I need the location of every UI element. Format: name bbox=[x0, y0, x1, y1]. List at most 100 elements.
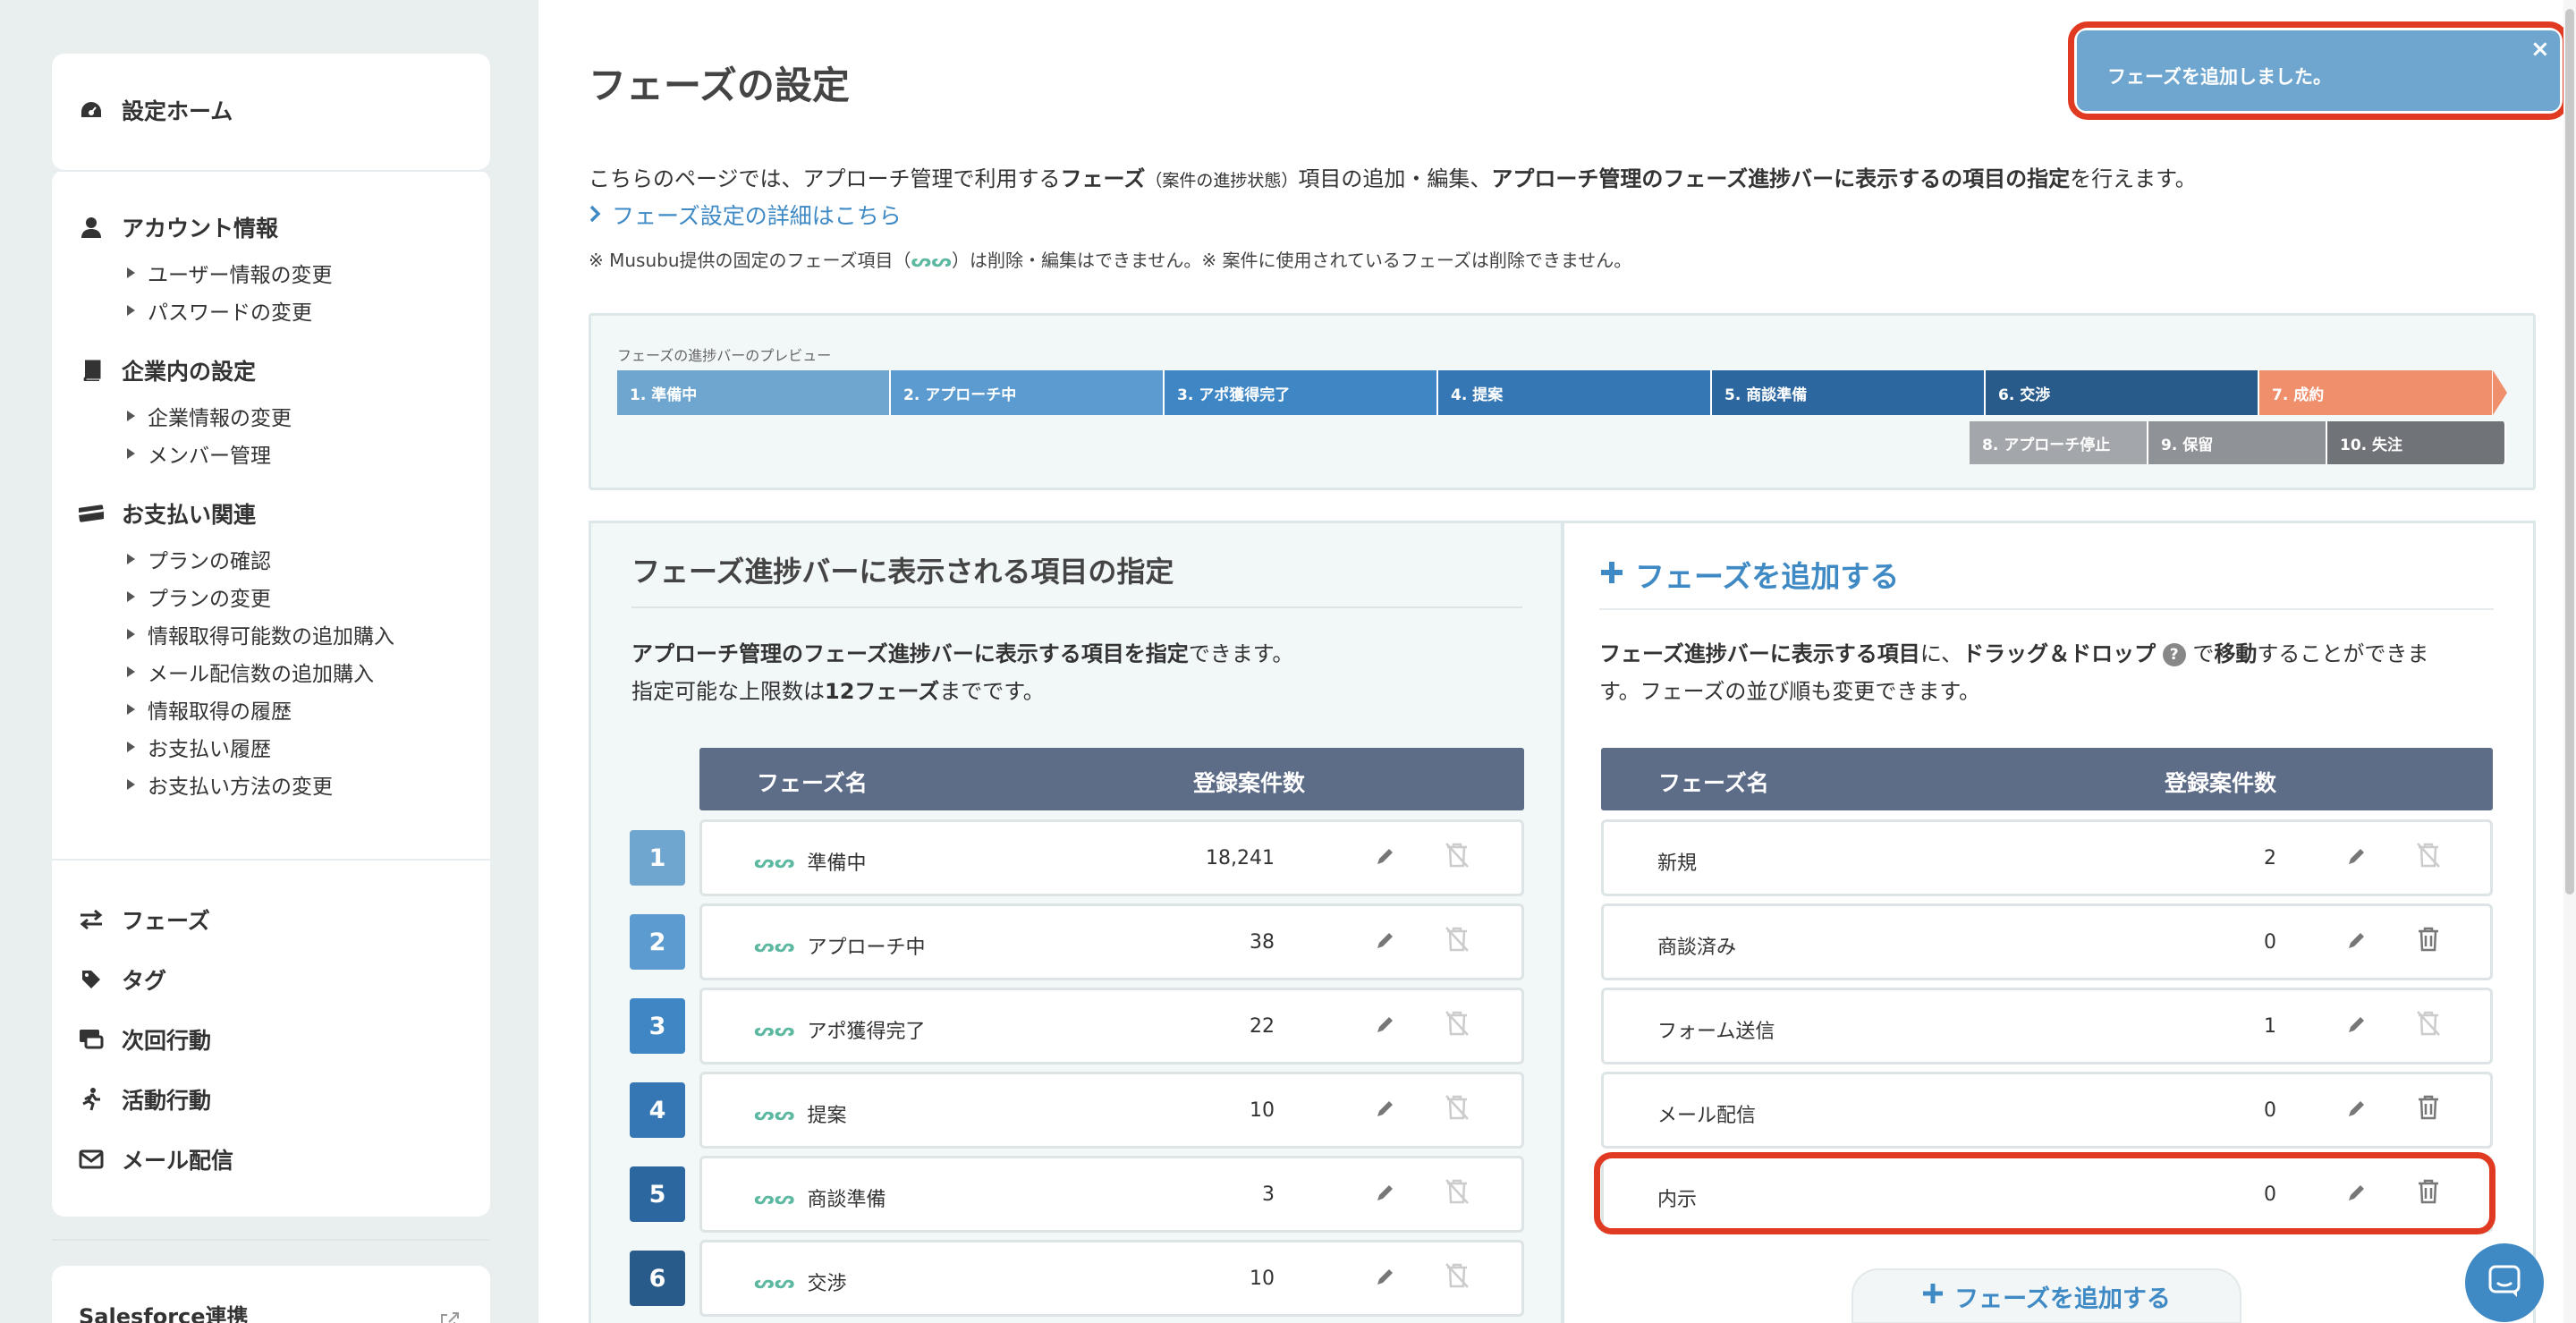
pencil-icon[interactable] bbox=[1375, 1264, 1396, 1293]
sidebar-item-label: フェーズ bbox=[122, 908, 210, 934]
table-row[interactable]: 新規 2 bbox=[1601, 819, 2493, 896]
phase-name-text: アプローチ中 bbox=[807, 937, 926, 959]
scrollbar-thumb[interactable] bbox=[2565, 9, 2574, 895]
sidebar-item-mail-purchase[interactable]: メール配信数の追加購入 bbox=[127, 657, 374, 687]
sidebar-item-label: プランの変更 bbox=[148, 588, 271, 611]
external-link-icon bbox=[440, 1311, 460, 1323]
phase-count: 10 bbox=[1250, 1099, 1275, 1122]
sidebar-section-company[interactable]: 企業内の設定 bbox=[79, 354, 256, 386]
sidebar-item-members[interactable]: メンバー管理 bbox=[127, 438, 271, 469]
description-bold: アプローチ管理のフェーズ進捗バーに表示する項目を指定 bbox=[631, 641, 1189, 666]
caret-right-icon bbox=[127, 629, 135, 640]
table-row[interactable]: ᔕᔕ 準備中 18,241 bbox=[699, 819, 1524, 896]
row-number: 2 bbox=[630, 914, 685, 970]
sidebar-menu-card bbox=[52, 170, 490, 1217]
table-row[interactable]: 商談済み 0 bbox=[1601, 903, 2493, 980]
phase-count: 1 bbox=[2264, 1015, 2276, 1038]
column-header-count: 登録案件数 bbox=[1193, 770, 1306, 796]
table-row[interactable]: ᔕᔕ 提案 10 bbox=[699, 1072, 1524, 1149]
sidebar-item-plan-change[interactable]: プランの変更 bbox=[127, 581, 271, 612]
description-bold: 12フェーズ bbox=[825, 679, 940, 704]
add-phase-button[interactable]: フェーズを追加する bbox=[1852, 1268, 2241, 1323]
trash-icon[interactable] bbox=[2416, 1094, 2441, 1126]
trash-disabled-icon bbox=[1445, 1094, 1470, 1126]
sidebar-item-user-info[interactable]: ユーザー情報の変更 bbox=[127, 258, 333, 288]
sidebar-section-account[interactable]: アカウント情報 bbox=[79, 211, 278, 243]
caret-right-icon bbox=[127, 779, 135, 790]
sidebar-item-plan-check[interactable]: プランの確認 bbox=[127, 544, 271, 574]
pencil-icon[interactable] bbox=[1375, 928, 1396, 957]
sidebar-divider bbox=[52, 1239, 490, 1241]
description-text: を行えます。 bbox=[2070, 166, 2197, 191]
trash-icon[interactable] bbox=[2416, 926, 2441, 958]
chat-widget-button[interactable] bbox=[2465, 1243, 2544, 1322]
chevron-right-icon bbox=[589, 202, 601, 228]
trash-disabled-icon bbox=[1445, 1262, 1470, 1294]
preview-arrow-tip bbox=[2493, 370, 2507, 415]
row-number: 3 bbox=[630, 998, 685, 1054]
phase-name: ᔕᔕ アプローチ中 bbox=[754, 931, 925, 960]
pencil-icon[interactable] bbox=[1375, 1096, 1396, 1125]
table-row[interactable]: ᔕᔕ 商談準備 3 bbox=[699, 1156, 1524, 1233]
table-row[interactable]: ᔕᔕ アプローチ中 38 bbox=[699, 903, 1524, 980]
sidebar-item-home[interactable]: 設定ホーム bbox=[79, 94, 233, 126]
sidebar-item-mail[interactable]: メール配信 bbox=[79, 1143, 233, 1175]
note-text: ※ Musubu提供の固定のフェーズ項目（ bbox=[589, 250, 911, 271]
help-icon[interactable]: ? bbox=[2162, 643, 2186, 666]
table-row[interactable]: メール配信 0 bbox=[1601, 1072, 2493, 1149]
sidebar-item-company-info[interactable]: 企業情報の変更 bbox=[127, 401, 292, 431]
panel-title: フェーズ進捗バーに表示される項目の指定 bbox=[631, 555, 1174, 589]
sidebar-item-activity[interactable]: 活動行動 bbox=[79, 1083, 211, 1115]
description-text: できます。 bbox=[1188, 641, 1294, 666]
add-phase-title[interactable]: フェーズを追加する bbox=[1599, 553, 1899, 596]
pencil-icon[interactable] bbox=[2346, 928, 2368, 957]
table-row[interactable]: ᔕᔕ アポ獲得完了 22 bbox=[699, 988, 1524, 1064]
salesforce-link[interactable]: Salesforce連携 bbox=[79, 1299, 249, 1323]
sidebar-item-info-history[interactable]: 情報取得の履歴 bbox=[127, 694, 292, 725]
preview-phase-3: 3. アポ獲得完了 bbox=[1165, 370, 1438, 415]
pencil-icon[interactable] bbox=[1375, 844, 1396, 873]
trash-disabled-icon bbox=[1445, 926, 1470, 958]
sidebar-section-payment[interactable]: お支払い関連 bbox=[79, 497, 256, 530]
book-icon bbox=[79, 358, 104, 383]
phase-count: 0 bbox=[2264, 1099, 2276, 1122]
sidebar-item-phase[interactable]: フェーズ bbox=[79, 903, 210, 936]
phase-name: ᔕᔕ 提案 bbox=[754, 1099, 846, 1128]
preview-label: フェーズの進捗バーのプレビュー bbox=[617, 347, 832, 364]
pencil-icon[interactable] bbox=[2346, 1096, 2368, 1125]
sidebar-item-password[interactable]: パスワードの変更 bbox=[127, 295, 312, 326]
sidebar-item-label: メンバー管理 bbox=[148, 445, 271, 468]
row-number: 4 bbox=[630, 1082, 685, 1138]
left-panel-description: アプローチ管理のフェーズ進捗バーに表示する項目を指定できます。 指定可能な上限数… bbox=[631, 635, 1293, 710]
preview-phase-5: 5. 商談準備 bbox=[1712, 370, 1986, 415]
musubu-mark-icon: ᔕᔕ bbox=[754, 935, 795, 956]
sidebar-item-label: 企業情報の変更 bbox=[148, 407, 292, 430]
sidebar-item-info-purchase[interactable]: 情報取得可能数の追加購入 bbox=[127, 619, 394, 649]
table-row[interactable]: ᔕᔕ 交渉 10 bbox=[699, 1240, 1524, 1317]
pencil-icon[interactable] bbox=[1375, 1180, 1396, 1209]
phase-detail-link[interactable]: フェーズ設定の詳細はこちら bbox=[589, 199, 902, 231]
sidebar-item-next-action[interactable]: 次回行動 bbox=[79, 1023, 211, 1056]
sidebar-item-label: お支払い履歴 bbox=[148, 738, 271, 761]
close-icon[interactable]: × bbox=[2530, 36, 2550, 63]
divider bbox=[1599, 608, 2494, 610]
row-number: 1 bbox=[630, 830, 685, 886]
phase-name-text: アポ獲得完了 bbox=[807, 1021, 926, 1043]
pencil-icon[interactable] bbox=[2346, 844, 2368, 873]
link-label: フェーズ設定の詳細はこちら bbox=[612, 203, 902, 229]
right-table-header: フェーズ名 登録案件数 bbox=[1601, 748, 2493, 810]
trash-disabled-icon bbox=[2416, 1010, 2441, 1042]
caret-right-icon bbox=[127, 554, 135, 564]
pencil-icon[interactable] bbox=[2346, 1012, 2368, 1041]
row-number: 6 bbox=[630, 1251, 685, 1306]
table-row[interactable]: フォーム送信 1 bbox=[1601, 988, 2493, 1064]
sidebar-item-payment-history[interactable]: お支払い履歴 bbox=[127, 732, 271, 762]
caret-right-icon bbox=[127, 666, 135, 677]
trash-disabled-icon bbox=[2416, 842, 2441, 874]
sidebar-item-tag[interactable]: タグ bbox=[79, 963, 166, 996]
phase-name: ᔕᔕ アポ獲得完了 bbox=[754, 1015, 925, 1044]
sidebar-divider bbox=[52, 859, 490, 861]
sidebar-item-payment-method[interactable]: お支払い方法の変更 bbox=[127, 769, 333, 800]
sidebar-divider bbox=[52, 170, 490, 172]
pencil-icon[interactable] bbox=[1375, 1012, 1396, 1041]
